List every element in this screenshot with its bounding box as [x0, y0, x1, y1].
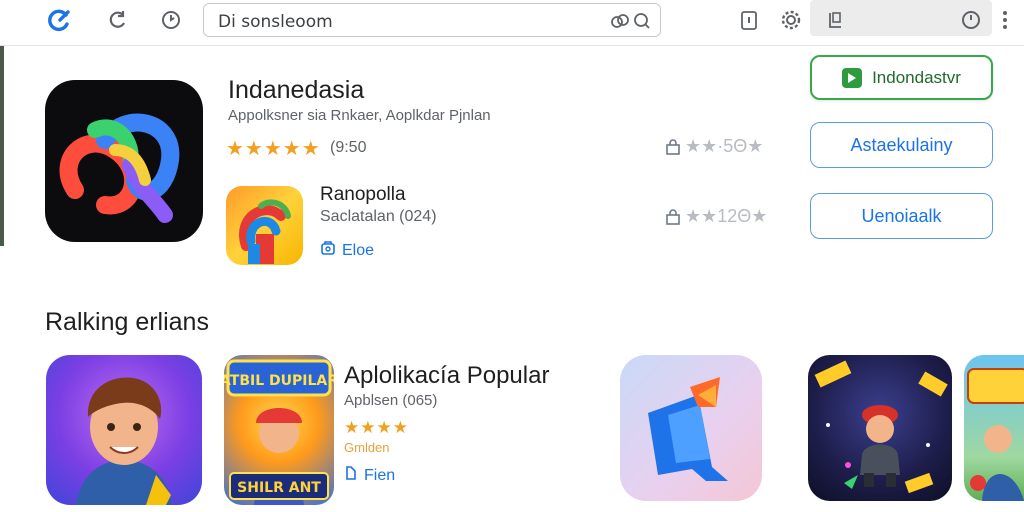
- tab-icon[interactable]: [822, 7, 848, 33]
- install-button[interactable]: Indondastvr: [810, 55, 993, 100]
- section-title: Ralking erlians: [45, 308, 209, 336]
- ranking-app-icon-1[interactable]: [46, 355, 202, 505]
- game-banner-text: ATBIL DUPILAR: [224, 373, 334, 389]
- reload-icon[interactable]: [104, 7, 130, 33]
- hero-app-stars: ★★★★★: [226, 138, 321, 160]
- gear-icon[interactable]: [778, 7, 804, 33]
- more-icon[interactable]: [992, 7, 1018, 33]
- hero-secondary-rating-text: ★★·5Θ★: [685, 136, 764, 156]
- popular-app-subtitle: Apblsen (065): [344, 392, 438, 409]
- popular-app-link[interactable]: Fien: [344, 465, 395, 486]
- popular-app-link-label: Fien: [364, 466, 396, 484]
- address-bar[interactable]: Di sonsleoom: [203, 3, 661, 37]
- hero-app-title[interactable]: Indanedasia: [228, 76, 364, 105]
- clipboard-icon[interactable]: [736, 7, 762, 33]
- search-icon[interactable]: [632, 11, 652, 31]
- app-logo-icon[interactable]: [46, 7, 72, 33]
- second-app-subtitle: Saclatalan (024): [320, 208, 437, 225]
- hero-app-subtitle: Appolksner sia Rnkaer, Aoplkdar Pjnlan: [228, 107, 491, 124]
- ranking-app-icon-2[interactable]: ATBIL DUPILAR SHILR ANT: [224, 355, 334, 505]
- hero-app-rating: (9:50: [330, 139, 367, 156]
- tertiary-button-label: Uenoiaalk: [861, 205, 942, 226]
- game-footer-text: SHILR ANT: [237, 480, 321, 496]
- secondary-button-label: Astaekulainy: [850, 134, 953, 155]
- lock-icon: [665, 138, 681, 155]
- popular-app-stars: ★★★★: [344, 418, 409, 437]
- second-app-icon[interactable]: [226, 186, 303, 265]
- popular-app-title[interactable]: Aplolikacía Popular: [344, 362, 549, 390]
- ranking-app-icon-5[interactable]: [964, 355, 1024, 501]
- link-icon[interactable]: [610, 11, 630, 31]
- second-app-link-label: Eloe: [342, 241, 375, 259]
- tertiary-button[interactable]: Uenoiaalk: [810, 193, 993, 239]
- window-edge: [0, 46, 4, 246]
- hero-secondary-rating: ★★·5Θ★: [665, 136, 763, 157]
- popular-app-genre: Gmlden: [344, 440, 390, 455]
- second-secondary-rating-text: ★★12Θ★: [685, 206, 768, 226]
- secondary-button[interactable]: Astaekulainy: [810, 122, 993, 168]
- second-app-link[interactable]: Eloe: [320, 240, 374, 261]
- install-button-label: Indondastvr: [872, 67, 961, 87]
- play-icon: [842, 67, 863, 88]
- address-text: Di sonsleoom: [218, 12, 333, 32]
- gallery-icon: [320, 240, 336, 261]
- browser-toolbar: Di sonsleoom: [0, 0, 1024, 46]
- tag-icon: [344, 465, 358, 486]
- second-app-title[interactable]: Ranopolla: [320, 184, 406, 206]
- ranking-app-icon-3[interactable]: [620, 355, 762, 501]
- history-icon[interactable]: [158, 7, 184, 33]
- ranking-app-icon-4[interactable]: [808, 355, 952, 501]
- hero-app-icon[interactable]: [45, 80, 203, 242]
- lock-icon: [665, 208, 681, 225]
- second-secondary-rating: ★★12Θ★: [665, 206, 767, 227]
- clock-icon[interactable]: [958, 7, 984, 33]
